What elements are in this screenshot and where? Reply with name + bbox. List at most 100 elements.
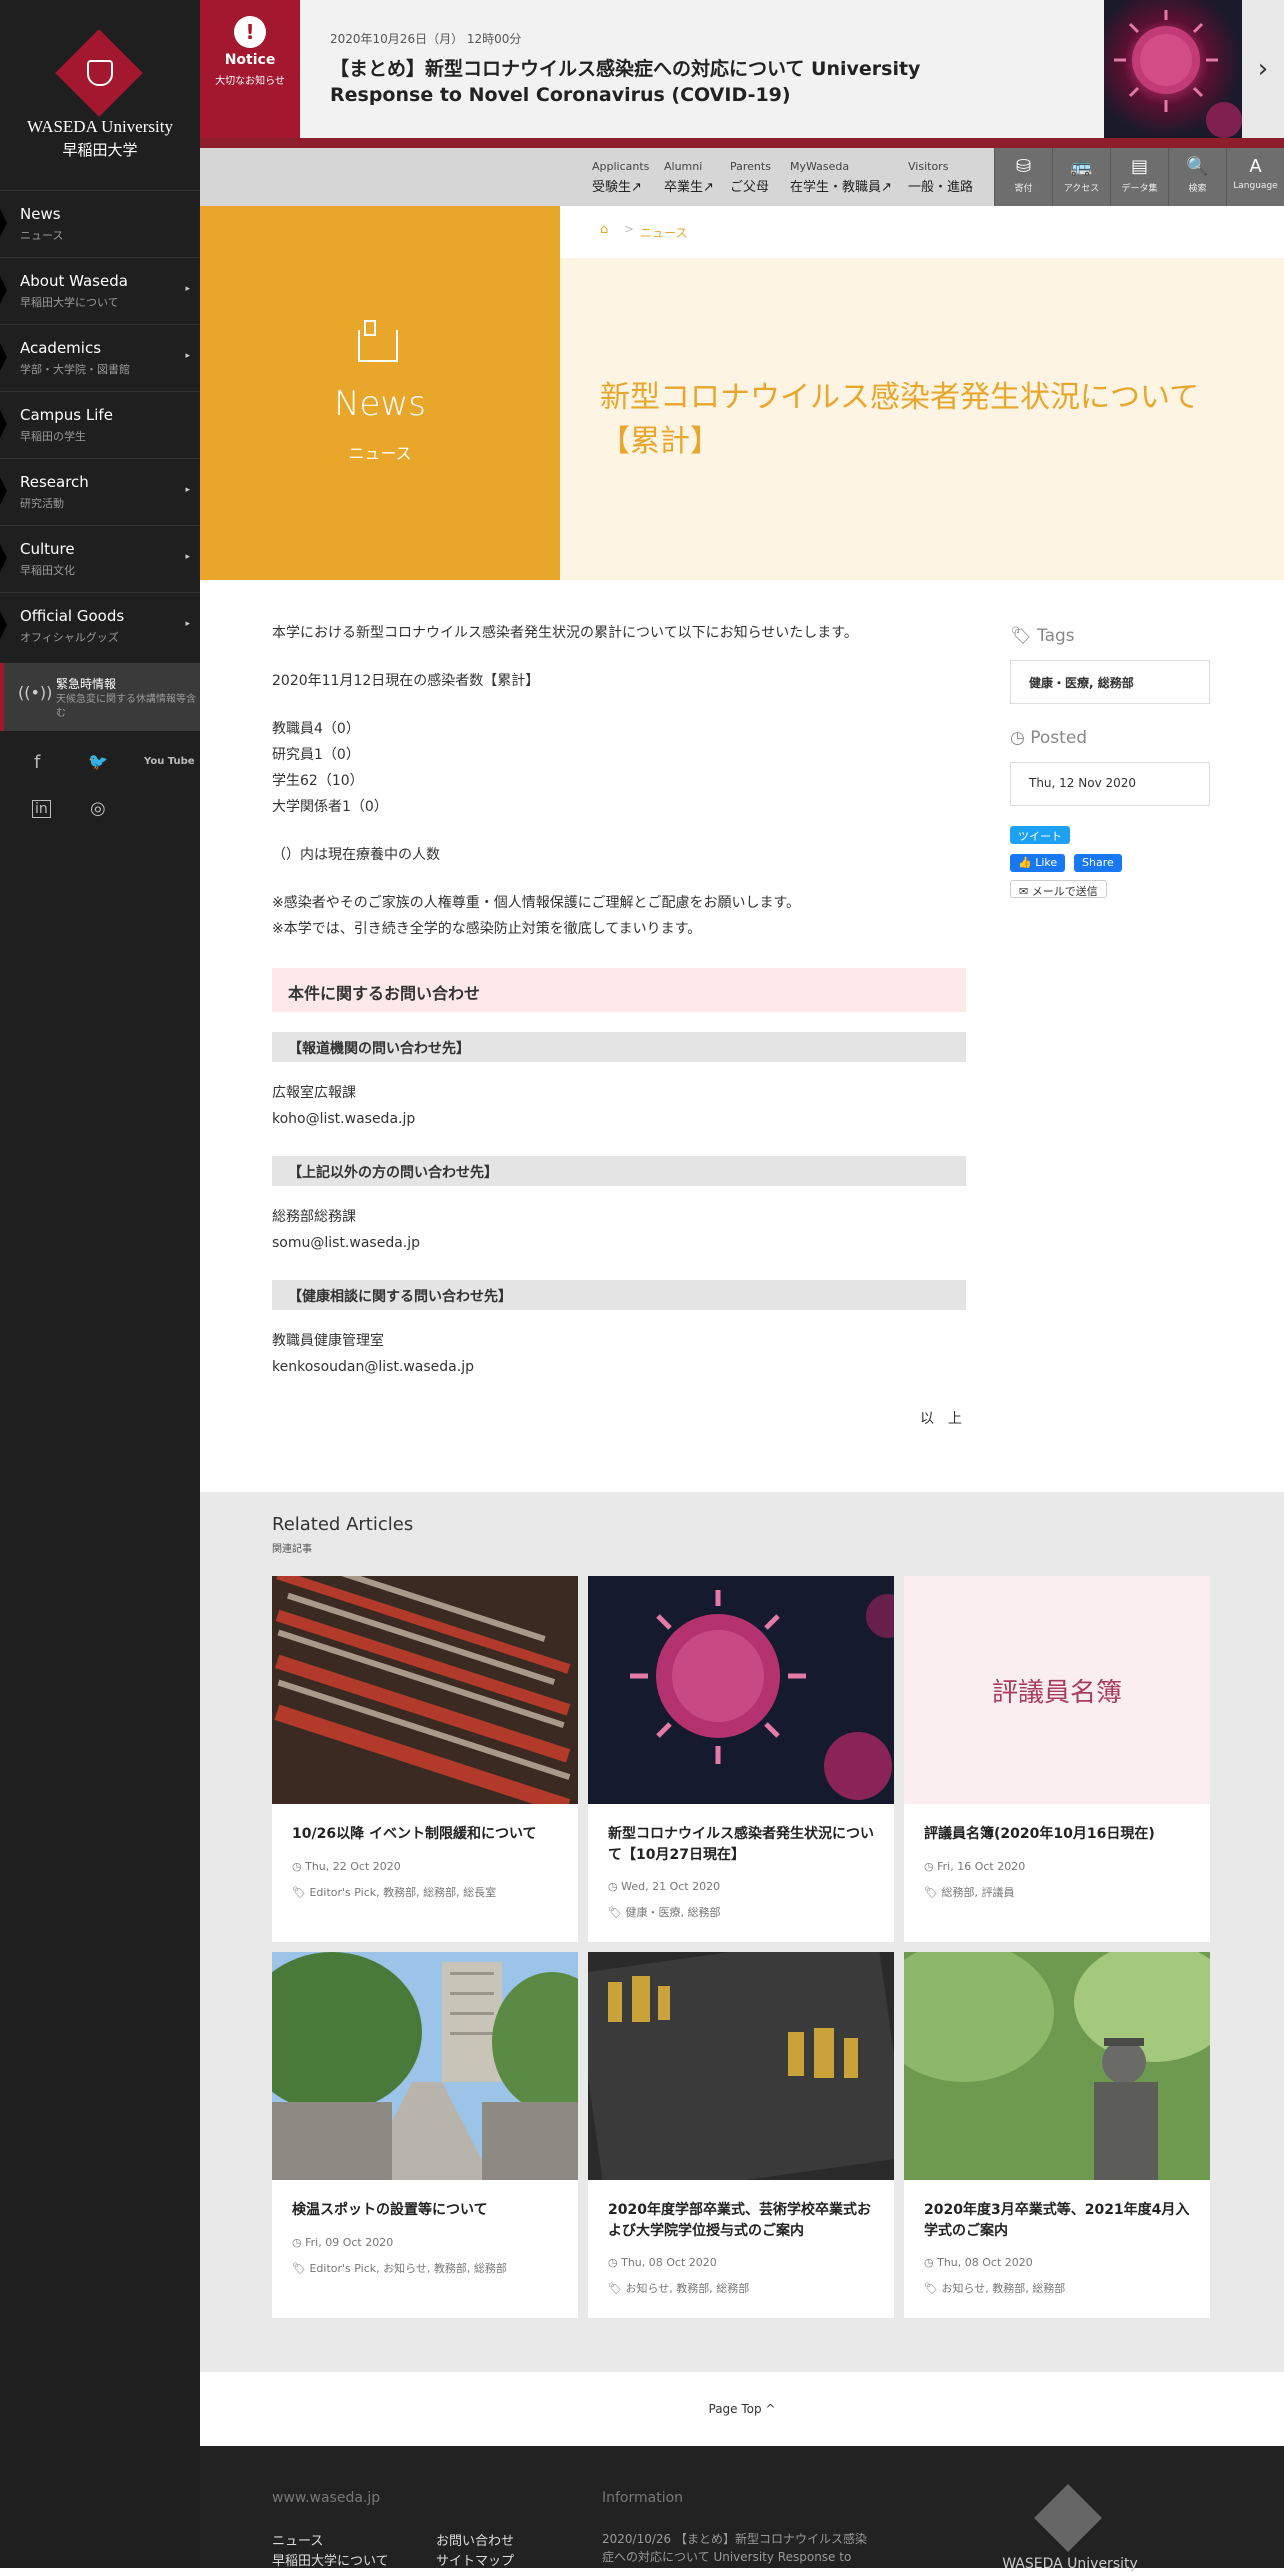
related-articles: Related Articles 関連記事 10/26以降 イベント制限緩和につ… xyxy=(200,1492,1284,2372)
category-panel: News ニュース xyxy=(200,206,560,580)
chevron-right-icon: ▸ xyxy=(185,284,190,294)
nav-alumni[interactable]: Alumni 卒業生↗ xyxy=(664,160,714,195)
related-card[interactable]: 新型コロナウイルス感染者発生状況について【10月27日現在】 ◷ Wed, 21… xyxy=(588,1576,894,1942)
category-title-en: News xyxy=(334,384,426,424)
tool-label: アクセス xyxy=(1063,184,1100,194)
diploma-cover-image xyxy=(588,1952,894,2180)
sidebar-item-academics[interactable]: Academics 学部・大学院・図書館 ▸ xyxy=(0,324,200,390)
statue-image xyxy=(904,1952,1210,2180)
nav-applicants[interactable]: Applicants 受験生↗ xyxy=(592,160,649,195)
article-remark: ※本学では、引き続き全学的な感染防止対策を徹底してまいります。 xyxy=(272,921,702,937)
footer-link[interactable]: ニュース xyxy=(272,2530,323,2549)
sidebar-item-label: Campus Life xyxy=(20,406,113,424)
card-tags-text: Editor's Pick, 教務部, 総務部, 総長室 xyxy=(309,1886,497,1899)
related-card[interactable]: 2020年度学部卒業式、芸術学校卒業式および大学院学位授与式のご案内 ◷ Thu… xyxy=(588,1952,894,2318)
nav-label-ja: 在学生・教職員↗ xyxy=(790,180,892,195)
card-tags-text: お知らせ, 教務部, 総務部 xyxy=(941,2282,1066,2295)
facebook-share-button[interactable]: Share xyxy=(1074,854,1122,872)
nav-mywaseda[interactable]: MyWaseda 在学生・教職員↗ xyxy=(790,160,892,195)
tags-label-text: Tags xyxy=(1037,626,1075,646)
nav-label-en: MyWaseda xyxy=(790,160,850,173)
footer-link[interactable]: お問い合わせ xyxy=(436,2530,514,2549)
emergency-subtitle: 天候急変に関する休講情報等含む xyxy=(56,694,196,719)
virus-image xyxy=(588,1576,894,1804)
waseda-logo[interactable]: WASEDA University 早稲田大学 xyxy=(0,0,200,190)
logo-english: WASEDA University xyxy=(27,117,173,136)
language-icon: A xyxy=(1249,156,1262,177)
bus-icon: 🚌 xyxy=(1070,156,1093,177)
notice-banner[interactable]: ! Notice 大切なお知らせ 2020年10月26日（月） 12時00分 【… xyxy=(200,0,1284,148)
sidebar-item-news[interactable]: News ニュース xyxy=(0,190,200,256)
broadcast-icon: ((•)) xyxy=(18,683,53,702)
twitter-icon[interactable]: 🐦 xyxy=(88,752,108,771)
footer-info-link[interactable]: 2020/10/26 【まとめ】新型コロナウイルス感染症への対応について Uni… xyxy=(602,2530,872,2566)
related-card[interactable]: 10/26以降 イベント制限緩和について ◷ Thu, 22 Oct 2020 … xyxy=(272,1576,578,1942)
card-tags: 🏷 Editor's Pick, お知らせ, 教務部, 総務部 xyxy=(292,2260,507,2276)
related-card[interactable]: 2020年度3月卒業式等、2021年度4月入学式のご案内 ◷ Thu, 08 O… xyxy=(904,1952,1210,2318)
clock-icon: ◷ xyxy=(924,1860,938,1873)
sidebar-item-label: Academics xyxy=(20,339,102,357)
tweet-button[interactable]: ツイート xyxy=(1010,826,1070,844)
related-card[interactable]: 検温スポットの設置等について ◷ Fri, 09 Oct 2020 🏷 Edit… xyxy=(272,1952,578,2318)
sidebar-item-official-goods[interactable]: Official Goods オフィシャルグッズ ▸ xyxy=(0,592,200,658)
tag-icon: 🏷 xyxy=(608,1906,626,1919)
contact-email-link[interactable]: somu@list.waseda.jp xyxy=(272,1230,420,1256)
search-icon: 🔍 xyxy=(1186,156,1209,177)
nav-parents[interactable]: Parents ご父母 xyxy=(730,160,771,195)
article-date-line: 2020年11月12日現在の感染者数【累計】 xyxy=(272,673,540,689)
access-button[interactable]: 🚌 アクセス xyxy=(1052,148,1110,206)
language-button[interactable]: A Language xyxy=(1226,148,1284,206)
emergency-title: 緊急時情報 xyxy=(56,677,117,691)
sidebar-item-research[interactable]: Research 研究活動 ▸ xyxy=(0,458,200,524)
nav-label-ja: ご父母 xyxy=(730,180,770,195)
chevron-right-icon[interactable]: › xyxy=(1242,0,1284,138)
donation-button[interactable]: ⛁ 寄付 xyxy=(994,148,1052,206)
contact-email-link[interactable]: koho@list.waseda.jp xyxy=(272,1106,415,1132)
sidebar-item-label: News xyxy=(20,205,61,223)
contact-heading: 本件に関するお問い合わせ xyxy=(272,968,966,1012)
contact-email-link[interactable]: kenkosoudan@list.waseda.jp xyxy=(272,1354,474,1380)
nav-visitors[interactable]: Visitors 一般・進路 xyxy=(908,160,973,195)
card-date: ◷ Wed, 21 Oct 2020 xyxy=(608,1880,720,1893)
chevron-right-icon: ▸ xyxy=(185,552,190,562)
notice-title-link[interactable]: 【まとめ】新型コロナウイルス感染症への対応について University Res… xyxy=(330,56,930,108)
chevron-right-icon: ▸ xyxy=(185,485,190,495)
auditorium-image xyxy=(272,1576,578,1804)
facebook-icon[interactable]: f xyxy=(34,752,40,773)
facebook-like-button[interactable]: 👍 Like xyxy=(1010,854,1066,872)
card-title: 新型コロナウイルス感染者発生状況について【10月27日現在】 xyxy=(608,1826,874,1863)
newspaper-icon xyxy=(358,320,398,362)
emergency-info-link[interactable]: ((•)) 緊急時情報 天候急変に関する休講情報等含む xyxy=(0,663,200,731)
nav-label-en: Visitors xyxy=(908,160,949,173)
card-title: 10/26以降 イベント制限緩和について xyxy=(292,1826,537,1842)
nav-label-ja: 受験生↗ xyxy=(592,180,642,195)
tags-link[interactable]: 健康・医療, 総務部 xyxy=(1010,660,1210,704)
sidebar-item-about[interactable]: About Waseda 早稲田大学について ▸ xyxy=(0,257,200,323)
sidebar-item-culture[interactable]: Culture 早稲田文化 ▸ xyxy=(0,525,200,591)
sidebar-item-sublabel: 研究活動 xyxy=(20,497,64,510)
category-title-ja: ニュース xyxy=(348,444,412,463)
title-panel: ⌂ > ニュース 新型コロナウイルス感染者発生状況について【累計】 xyxy=(560,206,1284,580)
book-icon: ▤ xyxy=(1130,156,1148,177)
linkedin-icon[interactable]: in xyxy=(32,800,51,818)
card-date-text: Fri, 16 Oct 2020 xyxy=(937,1860,1026,1873)
sidebar-item-campus-life[interactable]: Campus Life 早稲田の学生 xyxy=(0,391,200,457)
tool-label: 寄付 xyxy=(1014,184,1033,194)
tool-label: データ集 xyxy=(1121,184,1158,194)
footer-link[interactable]: サイトマップ xyxy=(436,2550,514,2569)
data-button[interactable]: ▤ データ集 xyxy=(1110,148,1168,206)
tag-icon: 🏷 xyxy=(924,1886,942,1899)
instagram-icon[interactable]: ◎ xyxy=(90,798,106,819)
card-title: 検温スポットの設置等について xyxy=(292,2202,488,2218)
footer-link[interactable]: 早稲田大学について xyxy=(272,2550,389,2569)
mail-share-button[interactable]: ✉ メールで送信 xyxy=(1010,880,1107,898)
search-button[interactable]: 🔍 検索 xyxy=(1168,148,1226,206)
home-icon[interactable]: ⌂ xyxy=(600,222,608,237)
youtube-icon[interactable]: You Tube xyxy=(144,756,195,767)
breadcrumb-news-link[interactable]: ニュース xyxy=(640,224,687,241)
page-top-button[interactable]: Page Top ^ xyxy=(200,2372,1284,2446)
card-tags: 🏷 総務部, 評議員 xyxy=(924,1884,1014,1900)
related-card[interactable]: 評議員名簿 評議員名簿(2020年10月16日現在) ◷ Fri, 16 Oct… xyxy=(904,1576,1210,1942)
count-line: 教職員4（0） xyxy=(272,721,360,737)
notice-date: 2020年10月26日（月） 12時00分 xyxy=(330,32,522,46)
